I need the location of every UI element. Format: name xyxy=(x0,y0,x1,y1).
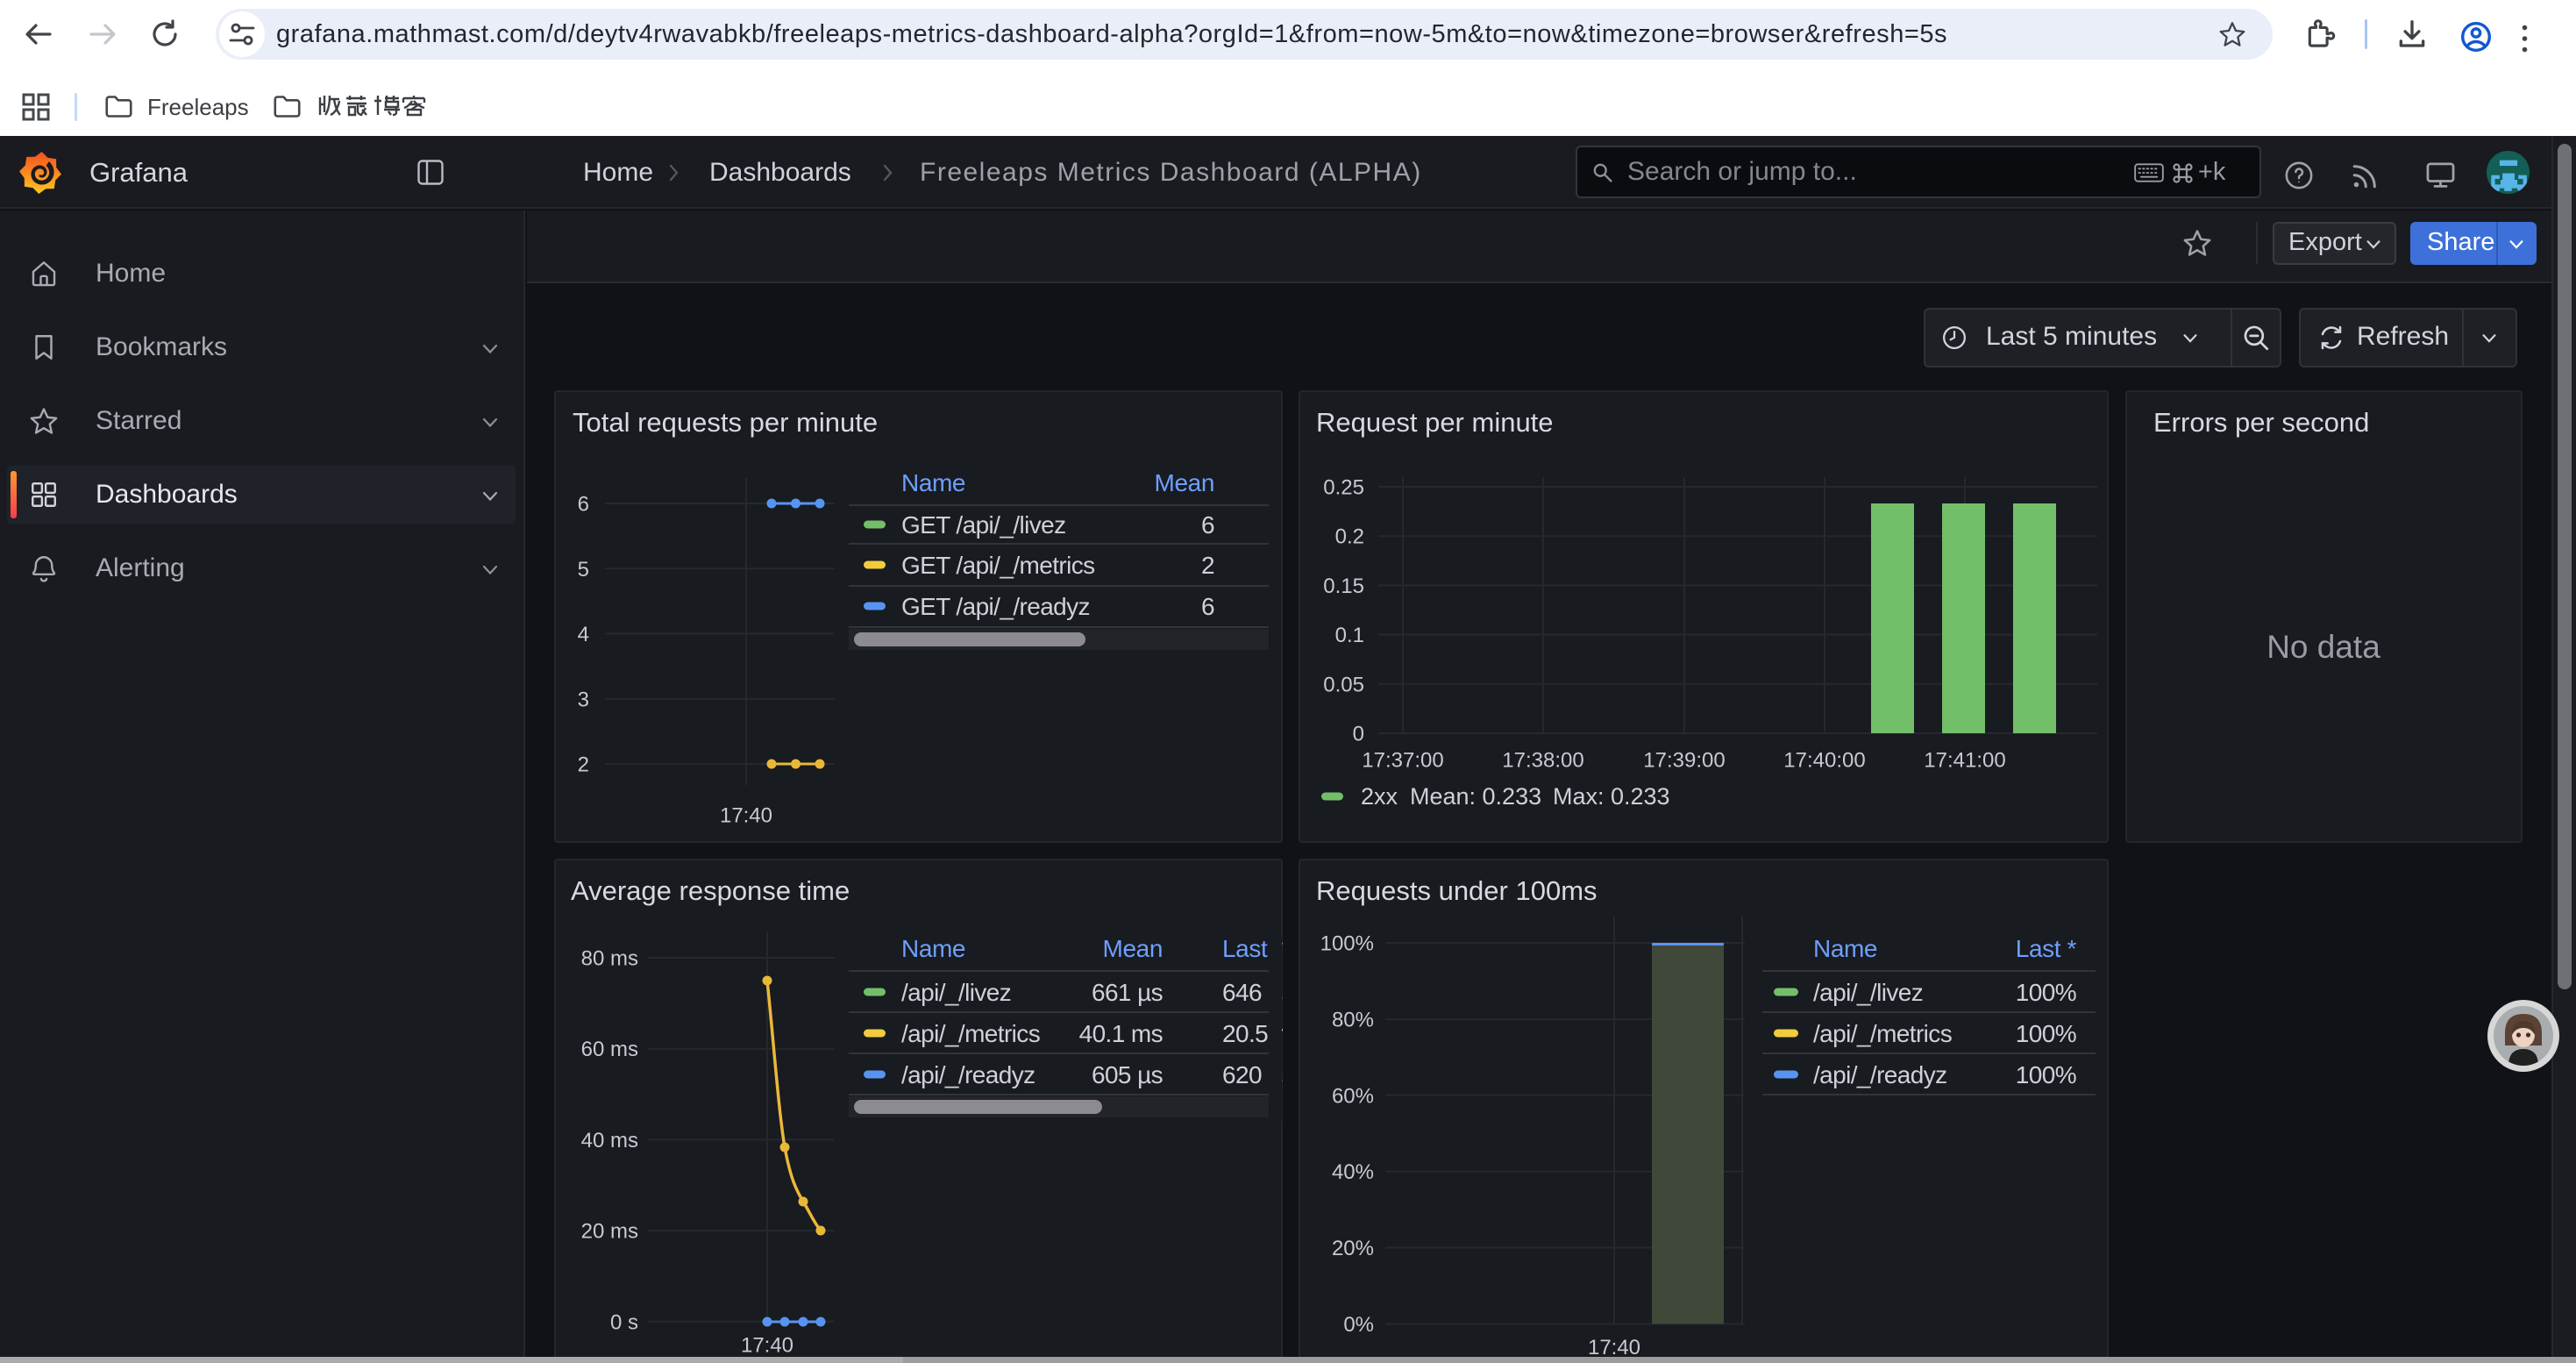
svg-text:20 ms: 20 ms xyxy=(581,1220,638,1244)
svg-text:Mean: Mean xyxy=(1103,935,1163,962)
svg-text:Mean: Mean xyxy=(1155,469,1214,496)
svg-text:Errors per second: Errors per second xyxy=(2153,407,2369,438)
svg-text:GET /api/_/readyz: GET /api/_/readyz xyxy=(901,593,1090,620)
svg-text:5: 5 xyxy=(578,558,589,582)
svg-text:/api/_/metrics: /api/_/metrics xyxy=(901,1020,1040,1047)
svg-text:80 ms: 80 ms xyxy=(581,947,638,971)
svg-text:Mean: 0.233: Mean: 0.233 xyxy=(1410,783,1541,810)
svg-text:605 µs: 605 µs xyxy=(1092,1061,1163,1088)
svg-text:Max: 0.233: Max: 0.233 xyxy=(1553,783,1670,810)
svg-text:0%: 0% xyxy=(1343,1313,1374,1337)
svg-text:100%: 100% xyxy=(2016,979,2076,1006)
svg-text:Name: Name xyxy=(1813,935,1877,962)
svg-text:17:37:00: 17:37:00 xyxy=(1362,749,1443,773)
svg-text:Name: Name xyxy=(901,469,965,496)
svg-text:0.2: 0.2 xyxy=(1335,525,1364,549)
svg-text:0.1: 0.1 xyxy=(1335,624,1364,647)
svg-text:20%: 20% xyxy=(1332,1237,1374,1260)
svg-text:No data: No data xyxy=(2266,629,2380,665)
svg-text:60 ms: 60 ms xyxy=(581,1038,638,1061)
svg-text:GET /api/_/metrics: GET /api/_/metrics xyxy=(901,552,1095,579)
svg-text:Request per minute: Request per minute xyxy=(1316,407,1554,438)
svg-text:2: 2 xyxy=(1201,552,1214,579)
svg-text:100%: 100% xyxy=(2016,1061,2076,1088)
svg-text:661 µs: 661 µs xyxy=(1092,979,1163,1006)
svg-text:Requests under 100ms: Requests under 100ms xyxy=(1316,875,1598,906)
svg-text:17:39:00: 17:39:00 xyxy=(1643,749,1725,773)
svg-text:0.15: 0.15 xyxy=(1323,574,1364,598)
svg-text:17:40: 17:40 xyxy=(1588,1336,1640,1359)
svg-text:60%: 60% xyxy=(1332,1084,1374,1108)
svg-text:0.25: 0.25 xyxy=(1323,476,1364,500)
svg-text:17:40: 17:40 xyxy=(720,804,772,828)
svg-text:0.05: 0.05 xyxy=(1323,673,1364,696)
svg-text:17:40: 17:40 xyxy=(741,1334,793,1358)
svg-text:2xx: 2xx xyxy=(1361,783,1398,810)
svg-text:/api/_/metrics: /api/_/metrics xyxy=(1813,1020,1952,1047)
svg-text:GET /api/_/livez: GET /api/_/livez xyxy=(901,511,1066,539)
svg-text:100%: 100% xyxy=(2016,1020,2076,1047)
svg-text:Last *: Last * xyxy=(2016,935,2077,962)
svg-text:6: 6 xyxy=(578,493,589,517)
svg-text:100%: 100% xyxy=(1320,932,1374,956)
svg-text:/api/_/readyz: /api/_/readyz xyxy=(1813,1061,1947,1088)
svg-text:6: 6 xyxy=(1201,593,1214,620)
svg-text:/api/_/livez: /api/_/livez xyxy=(1813,979,1923,1006)
svg-text:/api/_/readyz: /api/_/readyz xyxy=(901,1061,1035,1088)
svg-text:80%: 80% xyxy=(1332,1009,1374,1032)
svg-text:17:41:00: 17:41:00 xyxy=(1924,749,2005,773)
svg-text:Total requests per minute: Total requests per minute xyxy=(573,407,878,438)
svg-text:/api/_/livez: /api/_/livez xyxy=(901,979,1011,1006)
svg-text:17:40:00: 17:40:00 xyxy=(1783,749,1865,773)
svg-text:0: 0 xyxy=(1353,723,1364,746)
svg-text:6: 6 xyxy=(1201,511,1214,539)
svg-text:40 ms: 40 ms xyxy=(581,1129,638,1152)
svg-text:17:38:00: 17:38:00 xyxy=(1502,749,1583,773)
svg-text:0 s: 0 s xyxy=(610,1310,638,1334)
svg-text:40%: 40% xyxy=(1332,1160,1374,1184)
svg-text:40.1 ms: 40.1 ms xyxy=(1079,1020,1163,1047)
svg-text:3: 3 xyxy=(578,688,589,711)
svg-text:Name: Name xyxy=(901,935,965,962)
svg-text:2: 2 xyxy=(578,753,589,777)
svg-text:Average response time: Average response time xyxy=(571,875,850,906)
svg-text:4: 4 xyxy=(578,623,589,646)
